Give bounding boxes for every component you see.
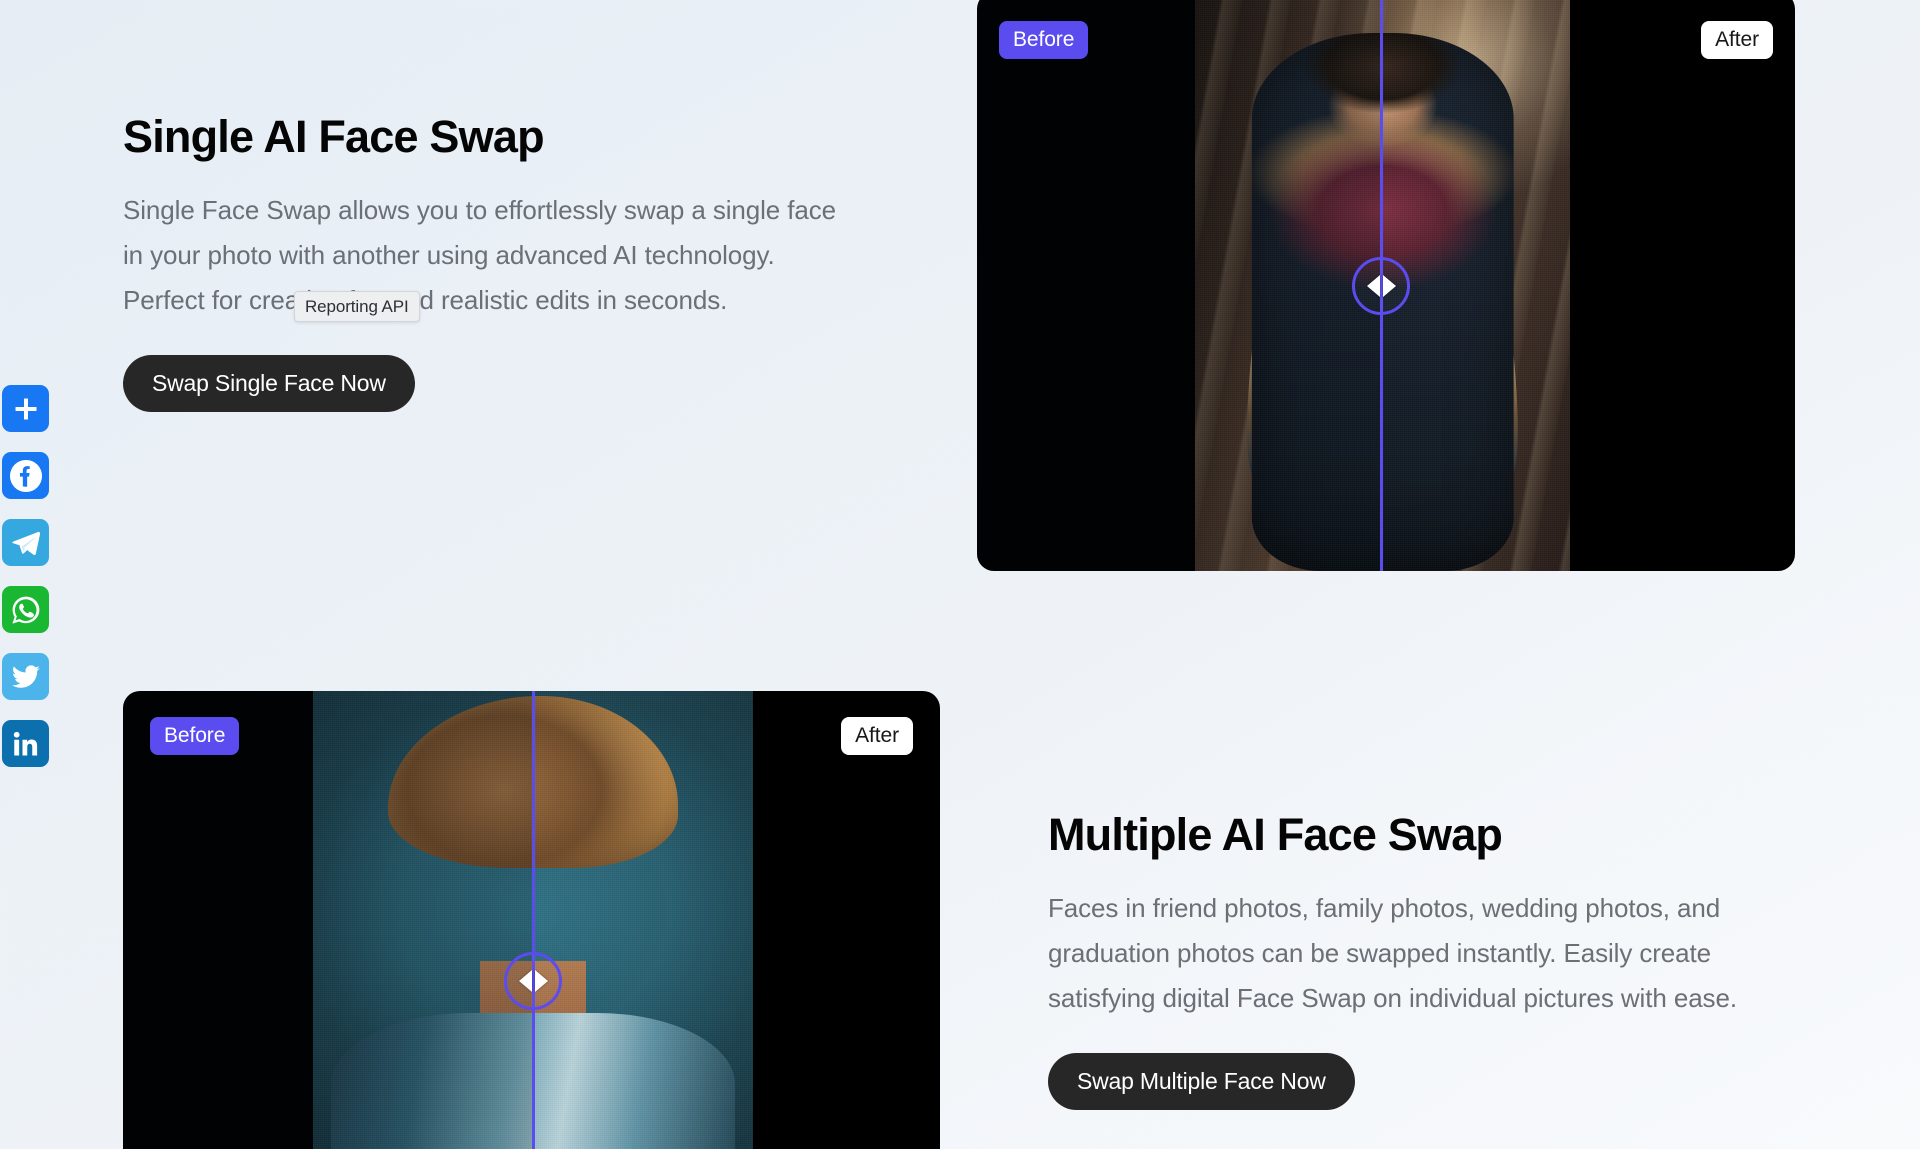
whatsapp-icon: [9, 593, 43, 627]
arrow-right-icon: [534, 970, 548, 992]
swap-multiple-face-button[interactable]: Swap Multiple Face Now: [1048, 1053, 1355, 1111]
arrow-left-icon: [1366, 275, 1380, 297]
share-linkedin-button[interactable]: [2, 720, 49, 767]
badge-after-multiple: After: [841, 717, 913, 755]
comparison-slider-handle-single[interactable]: [1352, 257, 1410, 315]
section-body-single: Single Face Swap allows you to effortles…: [123, 195, 837, 316]
comparison-slider-line-multiple: [532, 691, 535, 1149]
telegram-icon: [10, 527, 42, 559]
page-title-multiple: Multiple AI Face Swap: [1048, 809, 1503, 860]
badge-before-single: Before: [999, 21, 1089, 59]
section-single-face-swap-text: Single AI Face Swap Single Face Swap all…: [123, 111, 863, 413]
before-after-card-single[interactable]: Before After: [977, 0, 1795, 571]
share-telegram-button[interactable]: [2, 519, 49, 566]
linkedin-icon: [11, 729, 41, 759]
comparison-slider-handle-multiple[interactable]: [504, 952, 562, 1010]
share-facebook-button[interactable]: [2, 452, 49, 499]
arrow-right-icon: [1382, 275, 1396, 297]
badge-after-single: After: [1701, 21, 1773, 59]
share-plus-button[interactable]: [2, 385, 49, 432]
share-whatsapp-button[interactable]: [2, 586, 49, 633]
plus-icon: [11, 394, 41, 424]
social-share-rail: [2, 385, 49, 767]
badge-before-multiple: Before: [150, 717, 240, 755]
swap-single-face-button[interactable]: Swap Single Face Now: [123, 355, 415, 413]
arrow-left-icon: [518, 970, 532, 992]
reporting-api-tooltip: Reporting API: [294, 291, 420, 322]
share-twitter-button[interactable]: [2, 653, 49, 700]
page-title-single: Single AI Face Swap: [123, 111, 545, 162]
facebook-icon: [7, 457, 45, 495]
before-after-card-multiple[interactable]: Before After: [123, 691, 940, 1149]
twitter-icon: [11, 662, 41, 692]
section-body-multiple: Faces in friend photos, family photos, w…: [1048, 893, 1737, 1014]
section-multiple-face-swap-text: Multiple AI Face Swap Faces in friend ph…: [1048, 809, 1808, 1111]
